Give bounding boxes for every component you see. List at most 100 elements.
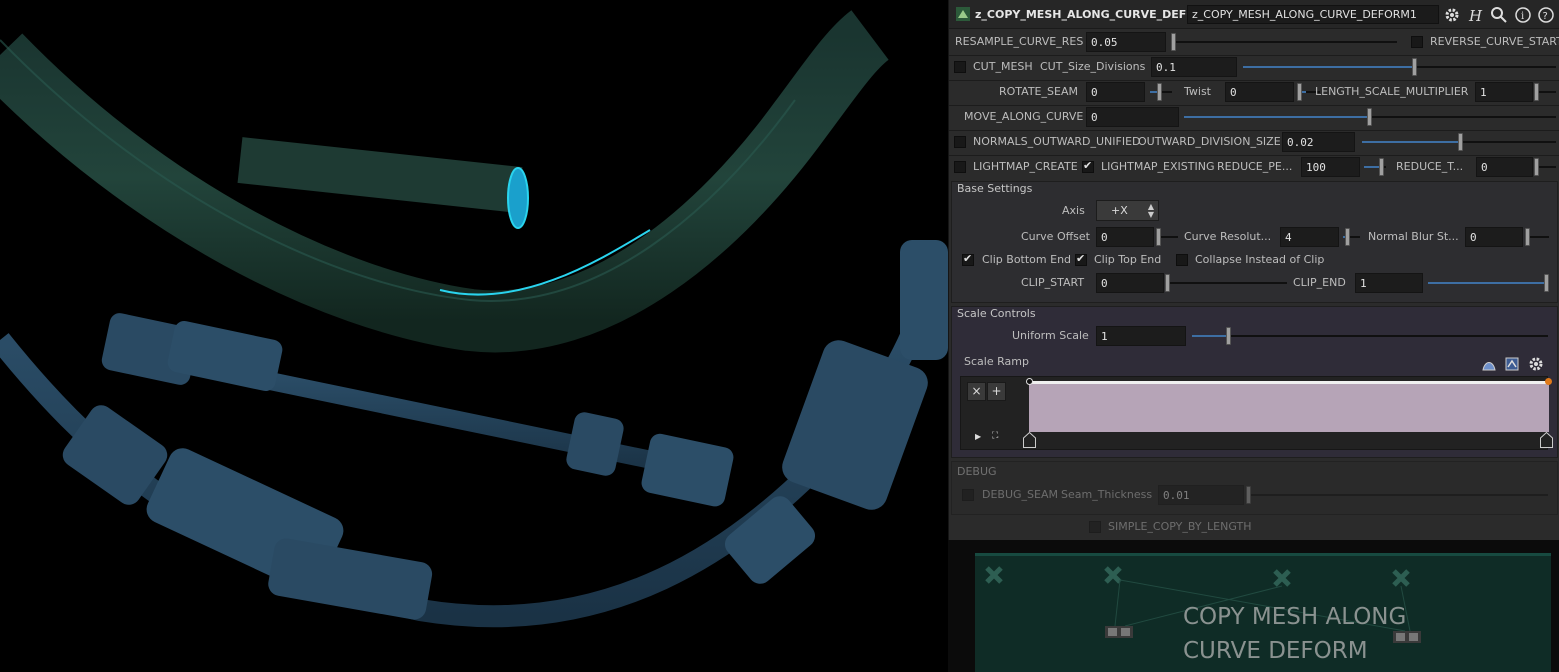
seam-thickness-slider[interactable]	[1249, 494, 1548, 496]
row-cut-mesh: CUT_MESH CUT_Size_Divisions 0.1	[949, 55, 1559, 80]
simple-copy-checkbox[interactable]	[1089, 521, 1101, 533]
normal-blur-field[interactable]: 0	[1465, 227, 1523, 247]
length-scale-slider[interactable]	[1537, 91, 1556, 93]
help-icon[interactable]: ?	[1537, 6, 1555, 24]
length-scale-label: LENGTH_SCALE_MULTIPLIER	[1315, 85, 1469, 98]
network-box[interactable]: COPY MESH ALONG CURVE DEFORM	[975, 553, 1551, 672]
info-icon[interactable]: i	[1514, 6, 1532, 24]
clip-top-checkbox[interactable]	[1075, 252, 1087, 266]
ramp-key-end-marker[interactable]	[1540, 432, 1553, 448]
reduce-t-slider-handle[interactable]	[1534, 158, 1539, 176]
ramp-key-start-marker[interactable]	[1023, 432, 1036, 448]
reverse-curve-checkbox[interactable]	[1411, 36, 1423, 48]
cut-mesh-label: CUT_MESH	[973, 60, 1033, 73]
ramp-reset-icon[interactable]	[1504, 356, 1520, 372]
seam-thickness-field[interactable]: 0.01	[1158, 485, 1244, 505]
debug-seam-label: DEBUG_SEAM	[982, 488, 1058, 501]
base-settings-title: Base Settings	[957, 182, 1033, 195]
help-h-icon[interactable]: H	[1466, 6, 1484, 24]
row-curve-offset: Curve Offset 0 Curve Resolut... 4 Normal…	[949, 225, 1559, 250]
clip-start-field[interactable]: 0	[1096, 273, 1164, 293]
ramp-add-key-button[interactable]: +	[987, 382, 1006, 401]
length-scale-field[interactable]: 1	[1475, 82, 1533, 102]
axis-dropdown-value: +X	[1111, 204, 1128, 217]
outward-div-field[interactable]: 0.02	[1282, 132, 1355, 152]
debug-seam-checkbox[interactable]	[962, 489, 974, 501]
lightmap-create-checkbox[interactable]	[954, 161, 966, 173]
reduce-pe-slider-handle[interactable]	[1379, 158, 1384, 176]
move-along-field[interactable]: 0	[1086, 107, 1179, 127]
curve-res-field[interactable]: 4	[1280, 227, 1339, 247]
move-along-slider-handle[interactable]	[1367, 108, 1372, 126]
ramp-key-end-dot[interactable]	[1545, 378, 1552, 385]
clip-end-field[interactable]: 1	[1355, 273, 1423, 293]
expand-icon[interactable]: ⛶	[992, 431, 998, 441]
clip-end-label: CLIP_END	[1293, 276, 1346, 289]
play-triangle-icon[interactable]: ▶	[975, 432, 981, 441]
clip-bottom-checkbox[interactable]	[962, 252, 974, 266]
cut-size-slider-handle[interactable]	[1412, 58, 1417, 76]
uniform-scale-slider-handle[interactable]	[1226, 327, 1231, 345]
move-along-label: MOVE_ALONG_CURVE	[964, 110, 1084, 123]
length-scale-slider-handle[interactable]	[1534, 83, 1539, 101]
3d-viewport[interactable]	[0, 0, 948, 672]
scale-ramp-label: Scale Ramp	[964, 355, 1029, 368]
svg-text:H: H	[1468, 7, 1483, 24]
curve-offset-field[interactable]: 0	[1096, 227, 1154, 247]
clip-end-slider[interactable]	[1428, 282, 1548, 284]
curve-offset-slider[interactable]	[1158, 236, 1178, 238]
collapse-checkbox[interactable]	[1176, 254, 1188, 266]
ramp-preset-icon[interactable]	[1481, 356, 1497, 372]
outward-div-slider-handle[interactable]	[1458, 133, 1463, 151]
reduce-t-field[interactable]: 0	[1476, 157, 1533, 177]
axis-dropdown[interactable]: +X ▲ ▼	[1096, 200, 1159, 221]
row-lightmap: LIGHTMAP_CREATE LIGHTMAP_EXISTING REDUCE…	[949, 155, 1559, 180]
twist-slider-handle[interactable]	[1297, 83, 1302, 101]
gear-icon[interactable]	[1443, 6, 1461, 24]
rotate-seam-field[interactable]: 0	[1086, 82, 1145, 102]
normal-blur-slider-handle[interactable]	[1525, 228, 1530, 246]
clip-start-slider[interactable]	[1167, 282, 1287, 284]
cut-mesh-checkbox[interactable]	[954, 61, 966, 73]
reduce-t-slider[interactable]	[1537, 166, 1556, 168]
resample-slider[interactable]	[1171, 41, 1397, 43]
simple-copy-label: SIMPLE_COPY_BY_LENGTH	[1108, 520, 1252, 533]
ramp-delete-key-button[interactable]: ×	[967, 382, 986, 401]
ramp-key-start-dot[interactable]	[1026, 378, 1033, 385]
row-resample: RESAMPLE_CURVE_RES 0.05 REVERSE_CURVE_ST…	[949, 30, 1559, 55]
normal-blur-slider[interactable]	[1527, 236, 1549, 238]
cut-size-slider[interactable]	[1243, 66, 1556, 68]
cut-size-field[interactable]: 0.1	[1151, 57, 1237, 77]
network-view[interactable]: COPY MESH ALONG CURVE DEFORM	[948, 540, 1559, 672]
curve-res-slider-handle[interactable]	[1345, 228, 1350, 246]
clip-end-slider-handle[interactable]	[1544, 274, 1549, 292]
ramp-gear-icon[interactable]	[1527, 355, 1545, 373]
seam-thickness-label: Seam_Thickness	[1061, 488, 1153, 501]
svg-text:?: ?	[1543, 11, 1548, 22]
row-rotate-seam: ROTATE_SEAM 0 Twist 0 LENGTH_SCALE_MULTI…	[949, 80, 1559, 105]
twist-field[interactable]: 0	[1225, 82, 1294, 102]
reduce-pe-field[interactable]: 100	[1301, 157, 1360, 177]
seam-thickness-slider-handle[interactable]	[1246, 486, 1251, 504]
resample-label: RESAMPLE_CURVE_RES	[955, 35, 1084, 48]
resample-slider-handle[interactable]	[1171, 33, 1176, 51]
rotate-seam-slider-handle[interactable]	[1157, 83, 1162, 101]
scale-controls-title: Scale Controls	[957, 307, 1036, 320]
ramp-curve-area[interactable]	[1029, 381, 1549, 432]
uniform-scale-field[interactable]: 1	[1096, 326, 1186, 346]
lightmap-create-label: LIGHTMAP_CREATE	[973, 160, 1078, 173]
curve-offset-slider-handle[interactable]	[1156, 228, 1161, 246]
node-name-field[interactable]: z_COPY_MESH_ALONG_CURVE_DEFORM1	[1187, 5, 1439, 24]
axis-label: Axis	[1062, 204, 1085, 217]
clip-start-slider-handle[interactable]	[1165, 274, 1170, 292]
lightmap-existing-checkbox[interactable]	[1082, 159, 1094, 173]
search-icon[interactable]	[1490, 6, 1508, 24]
collapse-label: Collapse Instead of Clip	[1195, 253, 1325, 266]
row-axis: Axis +X ▲ ▼	[949, 199, 1559, 224]
normals-checkbox[interactable]	[954, 136, 966, 148]
uniform-scale-slider[interactable]	[1192, 335, 1548, 337]
reduce-pe-label: REDUCE_PE...	[1217, 160, 1293, 173]
row-move-along: MOVE_ALONG_CURVE 0	[949, 105, 1559, 130]
resample-field[interactable]: 0.05	[1086, 32, 1166, 52]
reverse-curve-label: REVERSE_CURVE_START	[1430, 35, 1559, 48]
